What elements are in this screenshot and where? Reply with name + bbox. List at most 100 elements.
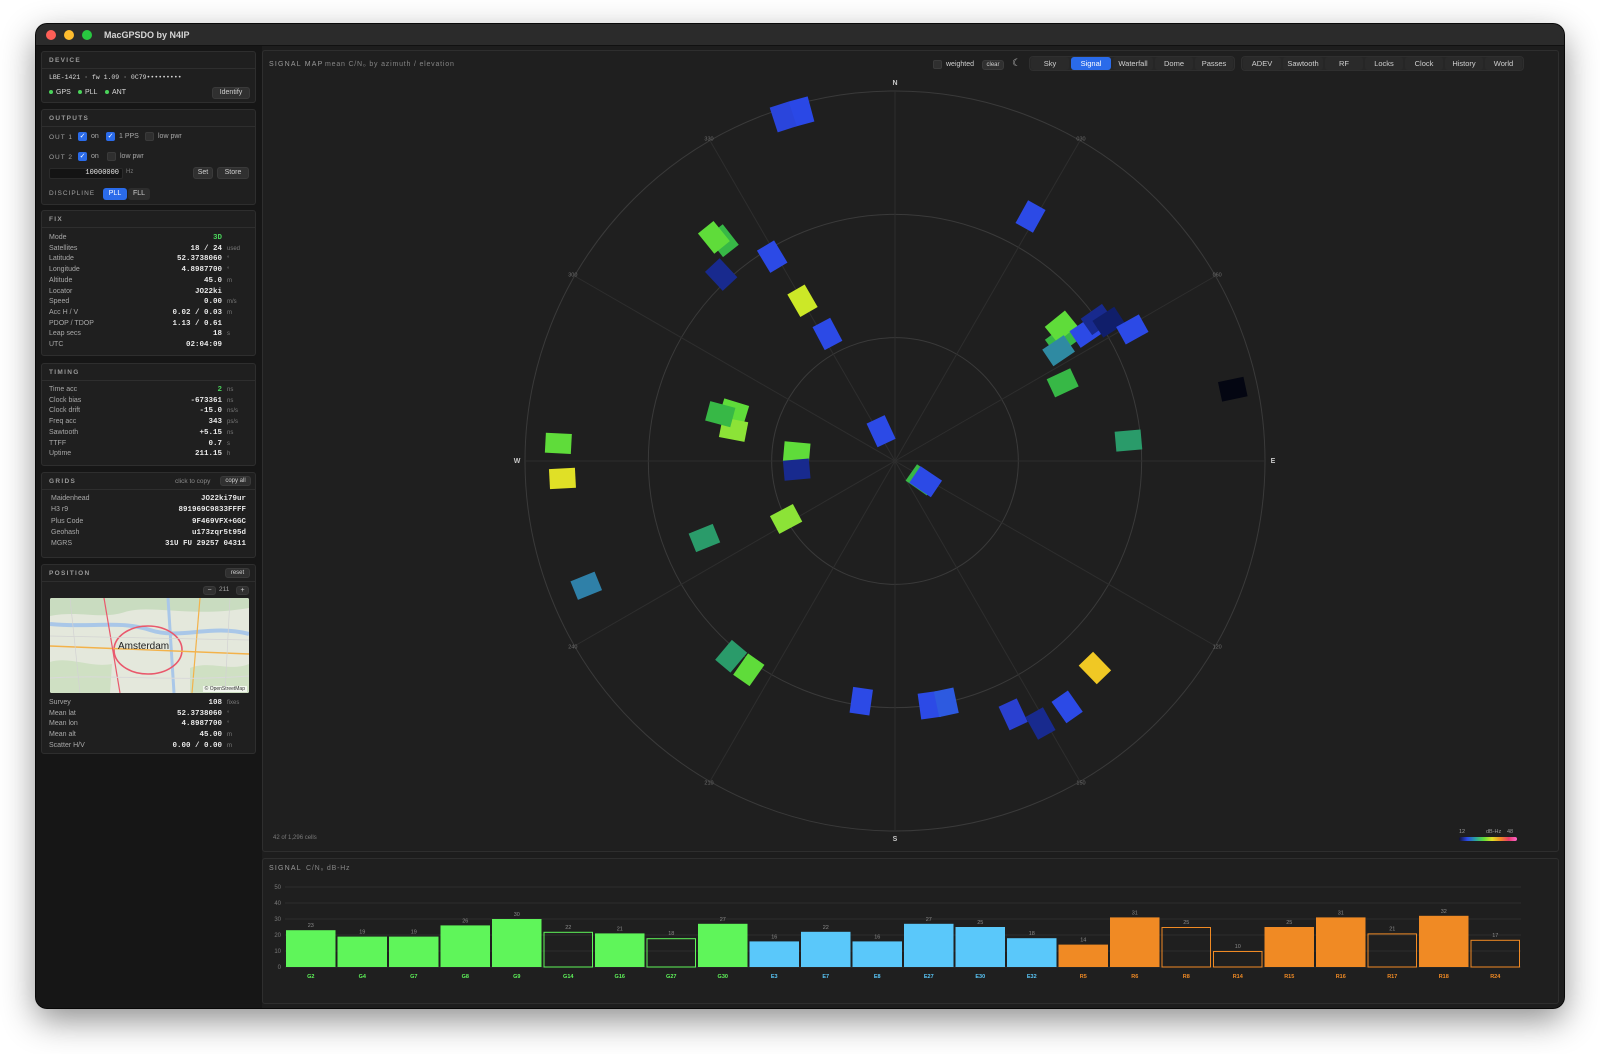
discipline-label: DISCIPLINE	[49, 190, 96, 197]
position-row-unit: fixes	[227, 700, 240, 706]
signal-bar	[595, 933, 645, 967]
timing-row-value: -15.0	[199, 407, 222, 416]
set-button[interactable]: Set	[193, 167, 213, 179]
fix-row-value: 1.13 / 0.61	[172, 319, 222, 328]
bar-value-label: 32	[1441, 909, 1447, 915]
device-panel: DEVICE LBE-1421 · fw 1.09 · 0C79••••••••…	[41, 51, 256, 103]
timing-title: TIMING	[49, 369, 80, 376]
bar-prn-label: R17	[1387, 974, 1397, 980]
sky-polar-plot[interactable]: N S E W 030 060 120 150 210 240 300 330	[263, 51, 1560, 853]
close-window-button[interactable]	[46, 29, 56, 40]
bar-value-label: 16	[874, 934, 880, 940]
out1-pps-checkbox[interactable]: ✓	[106, 132, 115, 141]
bar-prn-label: R8	[1183, 974, 1190, 980]
out2-on-label: on	[91, 153, 99, 160]
fix-row-label: Acc H / V	[49, 308, 79, 316]
timing-row-unit: h	[227, 451, 231, 458]
y-tick-label: 0	[278, 965, 282, 971]
signal-cell	[769, 503, 803, 534]
grid-row-value[interactable]: u173zqr5t95d	[192, 529, 246, 537]
timing-row-unit: ns	[227, 429, 234, 436]
sidebar: DEVICE LBE-1421 · fw 1.09 · 0C79••••••••…	[36, 46, 262, 1008]
signal-bar	[852, 941, 902, 967]
out1-lowpwr-label: low pwr	[158, 133, 182, 140]
fix-row-value: JO22ki	[194, 287, 222, 296]
bar-value-label: 31	[1338, 910, 1344, 916]
grid-row-value[interactable]: 891969C9833FFFF	[178, 506, 246, 514]
grid-row-value[interactable]: JO22ki79ur	[201, 495, 246, 503]
fix-row-label: Longitude	[49, 266, 80, 274]
out2-label: OUT 2	[49, 154, 74, 161]
bar-value-label: 27	[926, 917, 932, 923]
device-title: DEVICE	[49, 57, 82, 64]
compass-n: N	[892, 80, 897, 87]
discipline-fll-option[interactable]: FLL	[128, 188, 150, 200]
store-button[interactable]: Store	[217, 167, 249, 179]
fix-row-value: 18 / 24	[190, 244, 222, 253]
position-row-value: 0.00 / 0.00	[172, 741, 222, 750]
bar-prn-label: R5	[1080, 974, 1087, 980]
signal-bar	[1058, 944, 1108, 967]
bar-prn-label: R18	[1439, 974, 1449, 980]
bar-value-label: 25	[1183, 920, 1189, 926]
bar-prn-label: E30	[975, 974, 985, 980]
signal-bar	[1316, 917, 1366, 967]
grid-row-value[interactable]: 9F469VFX+GGC	[192, 518, 246, 526]
position-map[interactable]: Amsterdam © OpenStreetMap	[50, 598, 249, 693]
y-tick-label: 40	[274, 901, 281, 907]
frequency-unit: Hz	[126, 169, 134, 175]
signal-bar	[286, 930, 336, 967]
y-tick-label: 10	[274, 949, 281, 955]
bar-value-label: 23	[308, 923, 314, 929]
compass-e: E	[1271, 458, 1276, 465]
device-info: LBE-1421 · fw 1.09 · 0C79•••••••••	[49, 74, 182, 81]
out2-lowpwr-checkbox[interactable]	[107, 152, 116, 161]
timing-row-unit: ps/s	[227, 419, 239, 426]
azimuth-spoke	[894, 460, 1216, 647]
discipline-pll-option[interactable]: PLL	[103, 188, 127, 200]
signal-bar	[801, 931, 851, 967]
timing-row-unit: ns	[227, 387, 234, 393]
zoom-in-button[interactable]: +	[236, 586, 249, 595]
bar-prn-label: G30	[718, 974, 728, 980]
minimize-window-button[interactable]	[64, 29, 74, 40]
identify-button[interactable]: Identify	[212, 87, 250, 99]
frequency-input[interactable]: 10000000	[49, 168, 123, 179]
signal-bar	[1110, 917, 1160, 967]
bar-prn-label: G16	[615, 974, 625, 980]
position-title: POSITION	[49, 570, 91, 577]
bearing-label: 030	[1076, 136, 1085, 142]
signal-bar	[492, 919, 542, 967]
bar-value-label: 31	[1132, 910, 1138, 916]
copy-all-button[interactable]: copy all	[220, 476, 251, 486]
out1-lowpwr-checkbox[interactable]	[145, 132, 154, 141]
fix-row-unit: °	[227, 256, 230, 263]
reset-button[interactable]: reset	[225, 568, 250, 578]
fix-row-unit: used	[227, 245, 241, 252]
signal-cell	[812, 317, 843, 351]
bar-value-label: 19	[359, 930, 365, 936]
signal-cell	[704, 258, 738, 291]
bar-prn-label: E3	[771, 974, 778, 980]
signal-bar-unused	[1213, 951, 1263, 968]
zoom-window-button[interactable]	[82, 29, 92, 40]
signal-cell	[544, 432, 572, 455]
bearing-label: 120	[1213, 644, 1222, 650]
bar-prn-label: G8	[462, 974, 469, 980]
bar-value-label: 10	[1235, 944, 1241, 950]
out1-on-checkbox[interactable]: ✓	[78, 132, 87, 141]
out2-on-checkbox[interactable]: ✓	[78, 152, 87, 161]
fix-panel: FIX Mode 3D Satellites 18 / 24 used Latitude 5…	[41, 210, 256, 356]
outputs-title: OUTPUTS	[49, 115, 90, 122]
fix-row-value: 52.3738060	[176, 255, 222, 264]
bar-prn-label: G9	[513, 974, 520, 980]
signal-cell	[782, 458, 811, 481]
fix-row-value: 18	[212, 330, 222, 339]
fix-row-value: 3D	[212, 234, 222, 242]
position-row-value: 108	[208, 699, 222, 707]
zoom-out-button[interactable]: −	[203, 586, 216, 595]
grid-row-value[interactable]: 31U FU 29257 04311	[165, 540, 246, 548]
fix-row-unit: m	[227, 309, 232, 316]
fix-row-label: Speed	[49, 298, 70, 306]
position-row-value: 52.3738060	[176, 709, 222, 718]
